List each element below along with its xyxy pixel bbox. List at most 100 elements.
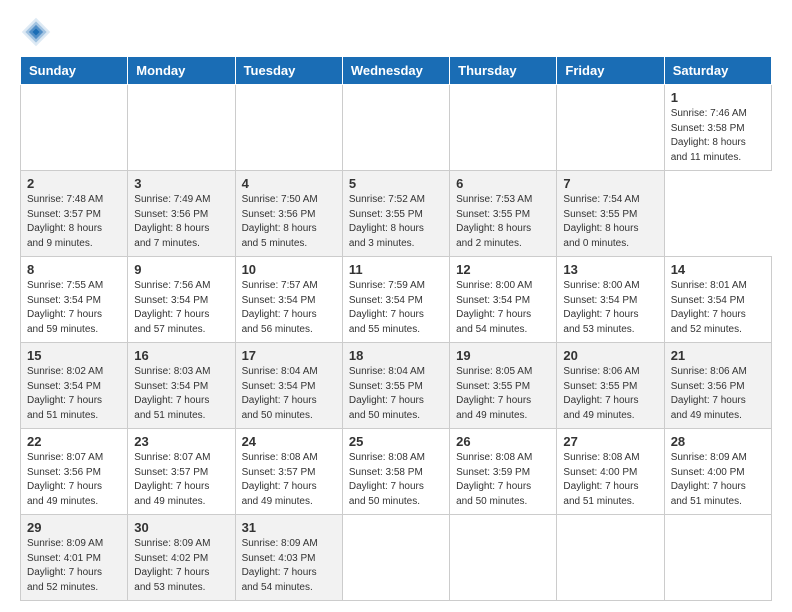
calendar-header-thursday: Thursday <box>450 57 557 85</box>
calendar-header-saturday: Saturday <box>664 57 771 85</box>
calendar-day-23: 23Sunrise: 8:07 AMSunset: 3:57 PMDayligh… <box>128 429 235 515</box>
empty-cell <box>664 515 771 601</box>
day-number: 26 <box>456 434 550 449</box>
day-number: 28 <box>671 434 765 449</box>
calendar-day-11: 11Sunrise: 7:59 AMSunset: 3:54 PMDayligh… <box>342 257 449 343</box>
day-number: 27 <box>563 434 657 449</box>
day-number: 14 <box>671 262 765 277</box>
calendar-day-6: 6 Sunrise: 7:53 AMSunset: 3:55 PMDaylight… <box>450 171 557 257</box>
calendar-day-8: 8 Sunrise: 7:55 AMSunset: 3:54 PMDaylight… <box>21 257 128 343</box>
header <box>20 16 772 48</box>
day-detail: Sunrise: 7:46 AMSunset: 3:58 PMDaylight:… <box>671 108 747 163</box>
empty-cell <box>235 85 342 171</box>
day-detail: Sunrise: 8:08 AMSunset: 3:59 PMDaylight:… <box>456 452 532 507</box>
calendar-day-28: 28Sunrise: 8:09 AMSunset: 4:00 PMDayligh… <box>664 429 771 515</box>
calendar-week-5: 22Sunrise: 8:07 AMSunset: 3:56 PMDayligh… <box>21 429 772 515</box>
day-detail: Sunrise: 8:06 AMSunset: 3:55 PMDaylight:… <box>563 366 639 421</box>
day-detail: Sunrise: 8:00 AMSunset: 3:54 PMDaylight:… <box>563 280 639 335</box>
day-detail: Sunrise: 7:48 AMSunset: 3:57 PMDaylight:… <box>27 194 103 249</box>
day-number: 11 <box>349 262 443 277</box>
day-number: 12 <box>456 262 550 277</box>
empty-cell <box>557 85 664 171</box>
day-number: 18 <box>349 348 443 363</box>
calendar-day-19: 19Sunrise: 8:05 AMSunset: 3:55 PMDayligh… <box>450 343 557 429</box>
calendar-week-3: 8 Sunrise: 7:55 AMSunset: 3:54 PMDaylight… <box>21 257 772 343</box>
day-detail: Sunrise: 7:49 AMSunset: 3:56 PMDaylight:… <box>134 194 210 249</box>
day-detail: Sunrise: 8:09 AMSunset: 4:03 PMDaylight:… <box>242 538 318 593</box>
day-number: 7 <box>563 176 657 191</box>
calendar-day-21: 21 Sunrise: 8:06 AMSunset: 3:56 PMDayligh… <box>664 343 771 429</box>
day-detail: Sunrise: 8:04 AMSunset: 3:55 PMDaylight:… <box>349 366 425 421</box>
day-detail: Sunrise: 7:50 AMSunset: 3:56 PMDaylight:… <box>242 194 318 249</box>
calendar-day-31: 31 Sunrise: 8:09 AMSunset: 4:03 PMDayligh… <box>235 515 342 601</box>
day-detail: Sunrise: 7:55 AMSunset: 3:54 PMDaylight:… <box>27 280 103 335</box>
day-detail: Sunrise: 7:57 AMSunset: 3:54 PMDaylight:… <box>242 280 318 335</box>
day-number: 8 <box>27 262 121 277</box>
calendar-day-5: 5 Sunrise: 7:52 AMSunset: 3:55 PMDaylight… <box>342 171 449 257</box>
logo-icon <box>20 16 52 48</box>
calendar-day-26: 26 Sunrise: 8:08 AMSunset: 3:59 PMDayligh… <box>450 429 557 515</box>
day-number: 9 <box>134 262 228 277</box>
day-number: 15 <box>27 348 121 363</box>
day-number: 5 <box>349 176 443 191</box>
empty-cell <box>450 85 557 171</box>
day-detail: Sunrise: 8:09 AMSunset: 4:02 PMDaylight:… <box>134 538 210 593</box>
calendar-day-10: 10 Sunrise: 7:57 AMSunset: 3:54 PMDayligh… <box>235 257 342 343</box>
day-number: 22 <box>27 434 121 449</box>
calendar-week-4: 15 Sunrise: 8:02 AMSunset: 3:54 PMDayligh… <box>21 343 772 429</box>
empty-cell <box>342 515 449 601</box>
calendar-day-17: 17Sunrise: 8:04 AMSunset: 3:54 PMDayligh… <box>235 343 342 429</box>
calendar-day-14: 14 Sunrise: 8:01 AMSunset: 3:54 PMDayligh… <box>664 257 771 343</box>
day-number: 13 <box>563 262 657 277</box>
day-detail: Sunrise: 7:53 AMSunset: 3:55 PMDaylight:… <box>456 194 532 249</box>
day-number: 30 <box>134 520 228 535</box>
calendar-day-29: 29Sunrise: 8:09 AMSunset: 4:01 PMDayligh… <box>21 515 128 601</box>
day-detail: Sunrise: 8:02 AMSunset: 3:54 PMDaylight:… <box>27 366 103 421</box>
day-detail: Sunrise: 7:54 AMSunset: 3:55 PMDaylight:… <box>563 194 639 249</box>
day-detail: Sunrise: 8:07 AMSunset: 3:57 PMDaylight:… <box>134 452 210 507</box>
day-number: 3 <box>134 176 228 191</box>
calendar-header-monday: Monday <box>128 57 235 85</box>
day-number: 17 <box>242 348 336 363</box>
calendar-day-7: 7 Sunrise: 7:54 AMSunset: 3:55 PMDaylight… <box>557 171 664 257</box>
calendar-day-12: 12Sunrise: 8:00 AMSunset: 3:54 PMDayligh… <box>450 257 557 343</box>
calendar-day-1: 1 Sunrise: 7:46 AMSunset: 3:58 PMDaylight… <box>664 85 771 171</box>
day-detail: Sunrise: 7:56 AMSunset: 3:54 PMDaylight:… <box>134 280 210 335</box>
empty-cell <box>128 85 235 171</box>
day-detail: Sunrise: 8:08 AMSunset: 3:58 PMDaylight:… <box>349 452 425 507</box>
calendar-day-13: 13 Sunrise: 8:00 AMSunset: 3:54 PMDayligh… <box>557 257 664 343</box>
day-detail: Sunrise: 8:03 AMSunset: 3:54 PMDaylight:… <box>134 366 210 421</box>
empty-cell <box>21 85 128 171</box>
day-detail: Sunrise: 8:09 AMSunset: 4:01 PMDaylight:… <box>27 538 103 593</box>
day-number: 16 <box>134 348 228 363</box>
empty-cell <box>450 515 557 601</box>
day-detail: Sunrise: 8:01 AMSunset: 3:54 PMDaylight:… <box>671 280 747 335</box>
day-number: 25 <box>349 434 443 449</box>
calendar-header-tuesday: Tuesday <box>235 57 342 85</box>
day-number: 1 <box>671 90 765 105</box>
calendar-week-6: 29Sunrise: 8:09 AMSunset: 4:01 PMDayligh… <box>21 515 772 601</box>
day-number: 6 <box>456 176 550 191</box>
calendar-header-row: SundayMondayTuesdayWednesdayThursdayFrid… <box>21 57 772 85</box>
day-number: 19 <box>456 348 550 363</box>
day-detail: Sunrise: 8:08 AMSunset: 3:57 PMDaylight:… <box>242 452 318 507</box>
day-detail: Sunrise: 8:06 AMSunset: 3:56 PMDaylight:… <box>671 366 747 421</box>
calendar-header-friday: Friday <box>557 57 664 85</box>
day-number: 2 <box>27 176 121 191</box>
calendar-day-20: 20Sunrise: 8:06 AMSunset: 3:55 PMDayligh… <box>557 343 664 429</box>
day-number: 31 <box>242 520 336 535</box>
calendar-day-22: 22Sunrise: 8:07 AMSunset: 3:56 PMDayligh… <box>21 429 128 515</box>
calendar-week-1: 1 Sunrise: 7:46 AMSunset: 3:58 PMDaylight… <box>21 85 772 171</box>
calendar-day-25: 25 Sunrise: 8:08 AMSunset: 3:58 PMDayligh… <box>342 429 449 515</box>
calendar-day-27: 27Sunrise: 8:08 AMSunset: 4:00 PMDayligh… <box>557 429 664 515</box>
calendar-day-4: 4Sunrise: 7:50 AMSunset: 3:56 PMDaylight… <box>235 171 342 257</box>
day-number: 21 <box>671 348 765 363</box>
calendar-day-18: 18 Sunrise: 8:04 AMSunset: 3:55 PMDayligh… <box>342 343 449 429</box>
logo <box>20 16 56 48</box>
calendar-day-9: 9 Sunrise: 7:56 AMSunset: 3:54 PMDaylight… <box>128 257 235 343</box>
empty-cell <box>342 85 449 171</box>
day-number: 10 <box>242 262 336 277</box>
day-detail: Sunrise: 7:52 AMSunset: 3:55 PMDaylight:… <box>349 194 425 249</box>
calendar-day-24: 24Sunrise: 8:08 AMSunset: 3:57 PMDayligh… <box>235 429 342 515</box>
calendar-day-2: 2 Sunrise: 7:48 AMSunset: 3:57 PMDaylight… <box>21 171 128 257</box>
